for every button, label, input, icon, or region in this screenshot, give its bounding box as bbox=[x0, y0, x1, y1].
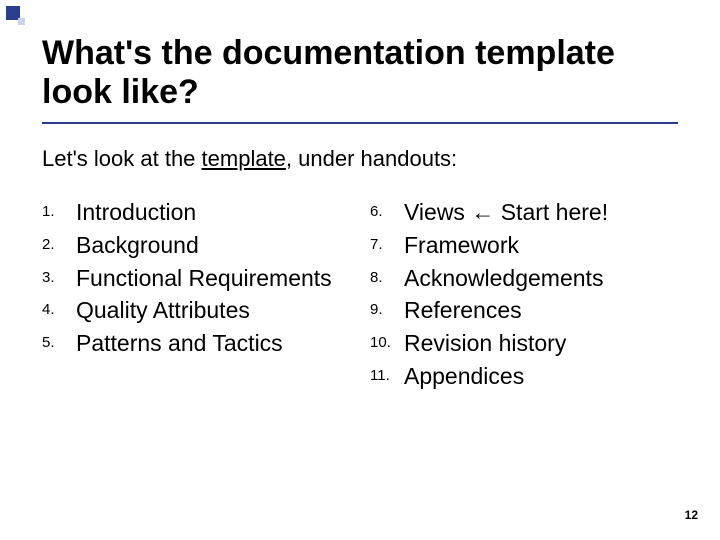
item-number: 2. bbox=[42, 231, 76, 253]
item-text-post: Start here! bbox=[494, 199, 608, 225]
item-number: 8. bbox=[370, 264, 404, 286]
subtitle-post: , under handouts: bbox=[286, 146, 457, 171]
list-item: 9. References bbox=[370, 296, 678, 325]
item-text: References bbox=[404, 296, 522, 325]
template-link[interactable]: template bbox=[202, 146, 286, 171]
item-text: Introduction bbox=[76, 198, 196, 227]
list-item: 1. Introduction bbox=[42, 198, 350, 227]
list-item: 7. Framework bbox=[370, 231, 678, 260]
list-item: 8. Acknowledgements bbox=[370, 264, 678, 293]
item-text: Patterns and Tactics bbox=[76, 329, 283, 358]
item-text: Quality Attributes bbox=[76, 296, 250, 325]
item-number: 9. bbox=[370, 296, 404, 318]
item-number: 11. bbox=[370, 362, 404, 384]
deco-square-small bbox=[18, 18, 25, 25]
list-item: 10. Revision history bbox=[370, 329, 678, 358]
item-number: 10. bbox=[370, 329, 404, 351]
left-arrow-icon: ← bbox=[471, 199, 494, 225]
slide-title: What's the documentation template look l… bbox=[42, 34, 678, 124]
item-text: Revision history bbox=[404, 329, 566, 358]
page-number: 12 bbox=[685, 508, 698, 522]
corner-decoration bbox=[0, 0, 28, 32]
item-text: Appendices bbox=[404, 362, 524, 391]
slide-subtitle: Let's look at the template, under handou… bbox=[42, 146, 678, 172]
slide-body: What's the documentation template look l… bbox=[0, 0, 720, 395]
item-number: 4. bbox=[42, 296, 76, 318]
item-text: Functional Requirements bbox=[76, 264, 332, 293]
item-number: 7. bbox=[370, 231, 404, 253]
item-text: Background bbox=[76, 231, 199, 260]
item-number: 1. bbox=[42, 198, 76, 220]
list-item: 11. Appendices bbox=[370, 362, 678, 391]
item-number: 3. bbox=[42, 264, 76, 286]
list-item: 6. Views ← Start here! bbox=[370, 198, 678, 227]
list-columns: 1. Introduction 2. Background 3. Functio… bbox=[42, 198, 678, 395]
item-text: Views ← Start here! bbox=[404, 198, 608, 227]
item-number: 5. bbox=[42, 329, 76, 351]
item-text: Framework bbox=[404, 231, 519, 260]
item-text-pre: Views bbox=[404, 199, 471, 225]
right-column: 6. Views ← Start here! 7. Framework 8. A… bbox=[370, 198, 678, 395]
item-number: 6. bbox=[370, 198, 404, 220]
list-item: 5. Patterns and Tactics bbox=[42, 329, 350, 358]
item-text: Acknowledgements bbox=[404, 264, 603, 293]
list-item: 4. Quality Attributes bbox=[42, 296, 350, 325]
list-item: 2. Background bbox=[42, 231, 350, 260]
list-item: 3. Functional Requirements bbox=[42, 264, 350, 293]
left-column: 1. Introduction 2. Background 3. Functio… bbox=[42, 198, 350, 395]
subtitle-pre: Let's look at the bbox=[42, 146, 202, 171]
